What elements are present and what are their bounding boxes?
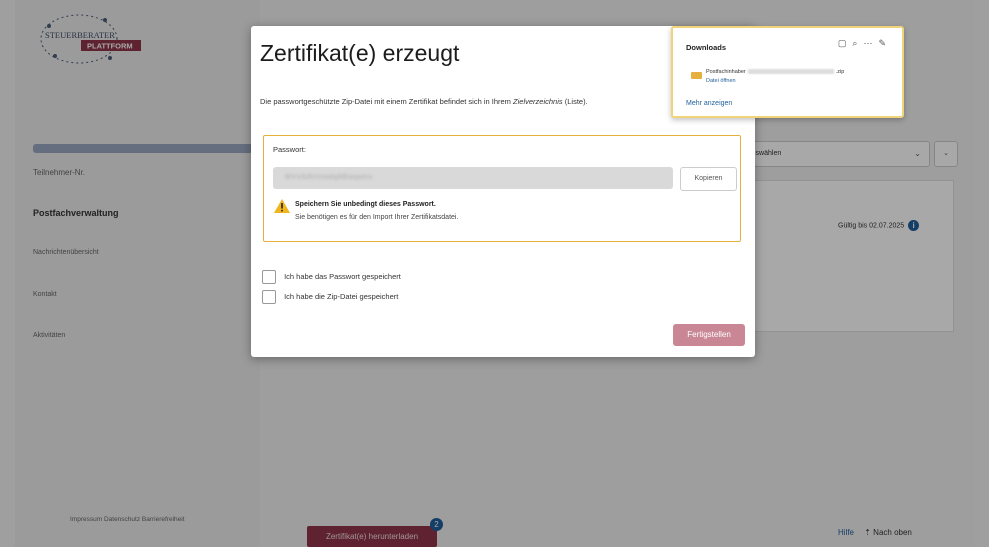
download-file-name[interactable]: Postfachinhaber .zip [706, 69, 844, 75]
checkbox-row-zip[interactable]: Ich habe die Zip-Datei gespeichert [262, 290, 398, 304]
open-file-link[interactable]: Datei öffnen [706, 78, 736, 84]
warning-icon [274, 199, 290, 213]
password-label: Passwort: [273, 145, 306, 154]
password-value: MVVGRrlnmdq8Blaqwtrx [285, 174, 373, 181]
downloads-title: Downloads [686, 43, 727, 52]
show-more-link[interactable]: Mehr anzeigen [686, 100, 732, 107]
password-field[interactable]: MVVGRrlnmdq8Blaqwtrx [273, 167, 673, 189]
finish-button[interactable]: Fertigstellen [673, 324, 745, 346]
downloads-panel: Downloads ▢⌕⋯✎ Postfachinhaber .zip Datei… [671, 26, 904, 118]
file-prefix: Postfachinhaber [706, 69, 746, 75]
pin-icon[interactable]: ✎ [878, 38, 892, 48]
checkbox-row-password[interactable]: Ich habe das Passwort gespeichert [262, 270, 401, 284]
folder-icon[interactable]: ▢ [838, 38, 853, 48]
zip-saved-checkbox[interactable] [262, 290, 276, 304]
target-directory-label: Zielverzeichnis [513, 97, 563, 106]
dialog-description: Die passwortgeschützte Zip-Datei mit ein… [260, 96, 680, 108]
zip-saved-label: Ich habe die Zip-Datei gespeichert [284, 291, 399, 301]
warning-title: Speichern Sie unbedingt dieses Passwort. [295, 201, 436, 208]
dialog-title: Zertifikat(e) erzeugt [260, 40, 460, 66]
copy-button[interactable]: Kopieren [680, 167, 737, 191]
more-icon[interactable]: ⋯ [863, 38, 878, 48]
file-suffix: .zip [835, 69, 845, 75]
password-saved-label: Ich habe das Passwort gespeichert [284, 271, 401, 281]
desc-part2: (Liste). [564, 97, 588, 106]
password-saved-checkbox[interactable] [262, 270, 276, 284]
downloads-toolbar: ▢⌕⋯✎ [838, 38, 892, 49]
desc-part1: Die passwortgeschützte Zip-Datei mit ein… [260, 97, 511, 106]
warning-subtitle: Sie benötigen es für den Import Ihrer Ze… [295, 214, 459, 221]
search-icon[interactable]: ⌕ [852, 38, 863, 48]
password-panel: Passwort: MVVGRrlnmdq8Blaqwtrx Kopieren … [263, 135, 741, 242]
file-icon [691, 72, 702, 79]
